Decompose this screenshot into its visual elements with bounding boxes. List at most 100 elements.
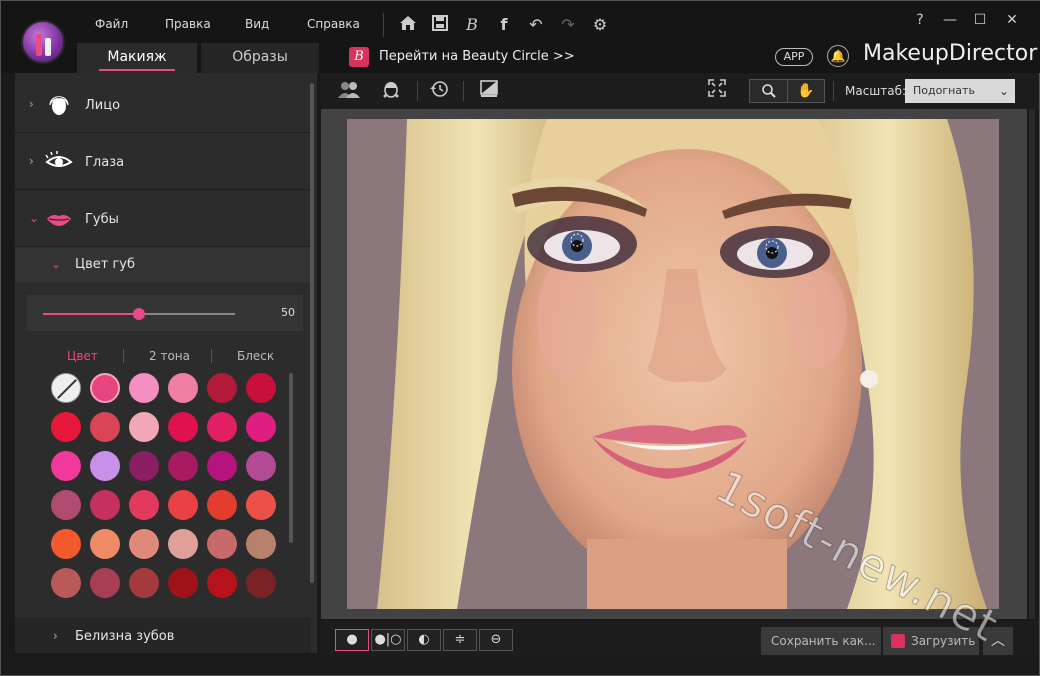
separator	[833, 81, 834, 101]
color-swatch[interactable]	[207, 568, 237, 598]
menu-help[interactable]: Справка	[307, 17, 360, 31]
minimize-button[interactable]: —	[937, 9, 963, 31]
color-swatch[interactable]	[129, 568, 159, 598]
zoom-search-icon[interactable]	[750, 80, 787, 102]
separator	[463, 81, 464, 101]
chevron-right-icon: ›	[29, 97, 34, 111]
swatch-scrollbar[interactable]	[289, 373, 293, 543]
close-button[interactable]: ✕	[999, 9, 1025, 31]
tab-makeup[interactable]: Макияж	[77, 43, 197, 73]
slider-thumb[interactable]	[133, 308, 145, 320]
color-swatch[interactable]	[129, 490, 159, 520]
active-tab-indicator	[99, 69, 175, 71]
view-split-vertical-button[interactable]: ◐	[407, 629, 441, 651]
view-split-half-button[interactable]: ⊖	[479, 629, 513, 651]
beauty-circle-icon	[891, 634, 905, 648]
subtab-color[interactable]: Цвет	[67, 349, 98, 363]
no-color-swatch[interactable]	[51, 373, 81, 403]
chevron-right-icon: ›	[53, 629, 58, 643]
help-button[interactable]: ?	[907, 9, 933, 31]
chevron-down-icon: ⌄	[29, 211, 40, 225]
color-swatch[interactable]	[51, 568, 81, 598]
separator	[211, 349, 212, 363]
chevron-down-icon: ⌄	[998, 84, 1009, 98]
color-swatch[interactable]	[168, 373, 198, 403]
chevron-down-icon: ⌄	[51, 257, 62, 271]
category-lips-label: Губы	[85, 212, 119, 227]
category-eyes[interactable]: › Глаза	[15, 134, 311, 190]
redo-icon[interactable]: ↷	[557, 14, 579, 36]
color-swatch[interactable]	[129, 412, 159, 442]
color-swatch[interactable]	[90, 373, 120, 403]
color-swatch[interactable]	[246, 451, 276, 481]
subtab-two-tone[interactable]: 2 тона	[149, 349, 190, 363]
color-swatch[interactable]	[168, 490, 198, 520]
color-swatch[interactable]	[168, 529, 198, 559]
color-swatch[interactable]	[246, 490, 276, 520]
facebook-icon[interactable]: f	[493, 14, 515, 36]
view-single-button[interactable]: ●	[335, 629, 369, 651]
home-icon[interactable]	[397, 14, 419, 36]
fullscreen-icon[interactable]	[705, 79, 729, 103]
color-swatch[interactable]	[129, 451, 159, 481]
color-swatch[interactable]	[207, 412, 237, 442]
hand-pan-icon[interactable]: ✋	[787, 80, 824, 102]
color-swatch[interactable]	[168, 412, 198, 442]
color-swatch[interactable]	[246, 568, 276, 598]
menu-file[interactable]: Файл	[95, 17, 128, 31]
color-swatch[interactable]	[246, 373, 276, 403]
color-swatch[interactable]	[51, 529, 81, 559]
menu-view[interactable]: Вид	[245, 17, 269, 31]
color-swatch[interactable]	[129, 373, 159, 403]
color-swatch[interactable]	[51, 451, 81, 481]
save-icon[interactable]	[429, 14, 451, 36]
category-teeth-whitening[interactable]: › Белизна зубов	[15, 618, 311, 653]
canvas-scrollbar[interactable]	[1029, 109, 1035, 619]
color-swatch[interactable]	[246, 412, 276, 442]
color-swatch[interactable]	[207, 490, 237, 520]
compare-faces-icon[interactable]	[337, 79, 361, 103]
undo-icon[interactable]: ↶	[525, 14, 547, 36]
beauty-circle-icon[interactable]: B	[461, 14, 483, 36]
color-swatch[interactable]	[90, 568, 120, 598]
color-swatch[interactable]	[207, 373, 237, 403]
color-swatch[interactable]	[129, 529, 159, 559]
subcategory-lip-color[interactable]: ⌄ Цвет губ	[15, 247, 311, 283]
scale-dropdown-value: Подогнать	[913, 84, 975, 97]
color-swatch[interactable]	[90, 529, 120, 559]
separator	[383, 13, 384, 37]
maximize-button[interactable]: ☐	[967, 9, 993, 31]
settings-gear-icon[interactable]: ⚙	[589, 14, 611, 36]
before-after-icon[interactable]	[477, 79, 501, 103]
face-detect-icon[interactable]	[379, 79, 403, 103]
color-swatch[interactable]	[168, 568, 198, 598]
color-swatch[interactable]	[51, 412, 81, 442]
color-swatch[interactable]	[246, 529, 276, 559]
beauty-circle-link[interactable]: Перейти на Beauty Circle >>	[379, 49, 575, 64]
portrait-photo[interactable]	[347, 119, 999, 609]
view-side-by-side-button[interactable]: ●|○	[371, 629, 405, 651]
category-face[interactable]: › Лицо	[15, 77, 311, 133]
color-swatch[interactable]	[207, 529, 237, 559]
intensity-slider[interactable]	[43, 308, 235, 320]
scale-dropdown[interactable]: Подогнать ⌄	[905, 79, 1015, 103]
app-badge[interactable]: APP	[775, 48, 813, 66]
color-swatch[interactable]	[90, 412, 120, 442]
left-panel-scrollbar[interactable]	[310, 83, 314, 583]
color-swatch[interactable]	[168, 451, 198, 481]
history-icon[interactable]	[427, 79, 451, 103]
category-lips[interactable]: ⌄ Губы	[15, 191, 311, 247]
color-swatch[interactable]	[51, 490, 81, 520]
color-swatch[interactable]	[90, 490, 120, 520]
menu-edit[interactable]: Правка	[165, 17, 211, 31]
view-split-horizontal-button[interactable]: ≑	[443, 629, 477, 651]
separator	[417, 81, 418, 101]
notification-bell-icon[interactable]: 🔔	[827, 45, 849, 67]
color-swatch[interactable]	[90, 451, 120, 481]
photo-canvas[interactable]	[321, 109, 1027, 619]
color-swatch[interactable]	[207, 451, 237, 481]
intensity-slider-box: 50	[27, 295, 303, 331]
subtab-gloss[interactable]: Блеск	[237, 349, 274, 363]
tab-looks[interactable]: Образы	[201, 43, 319, 73]
save-as-button[interactable]: Сохранить как...	[761, 627, 881, 655]
